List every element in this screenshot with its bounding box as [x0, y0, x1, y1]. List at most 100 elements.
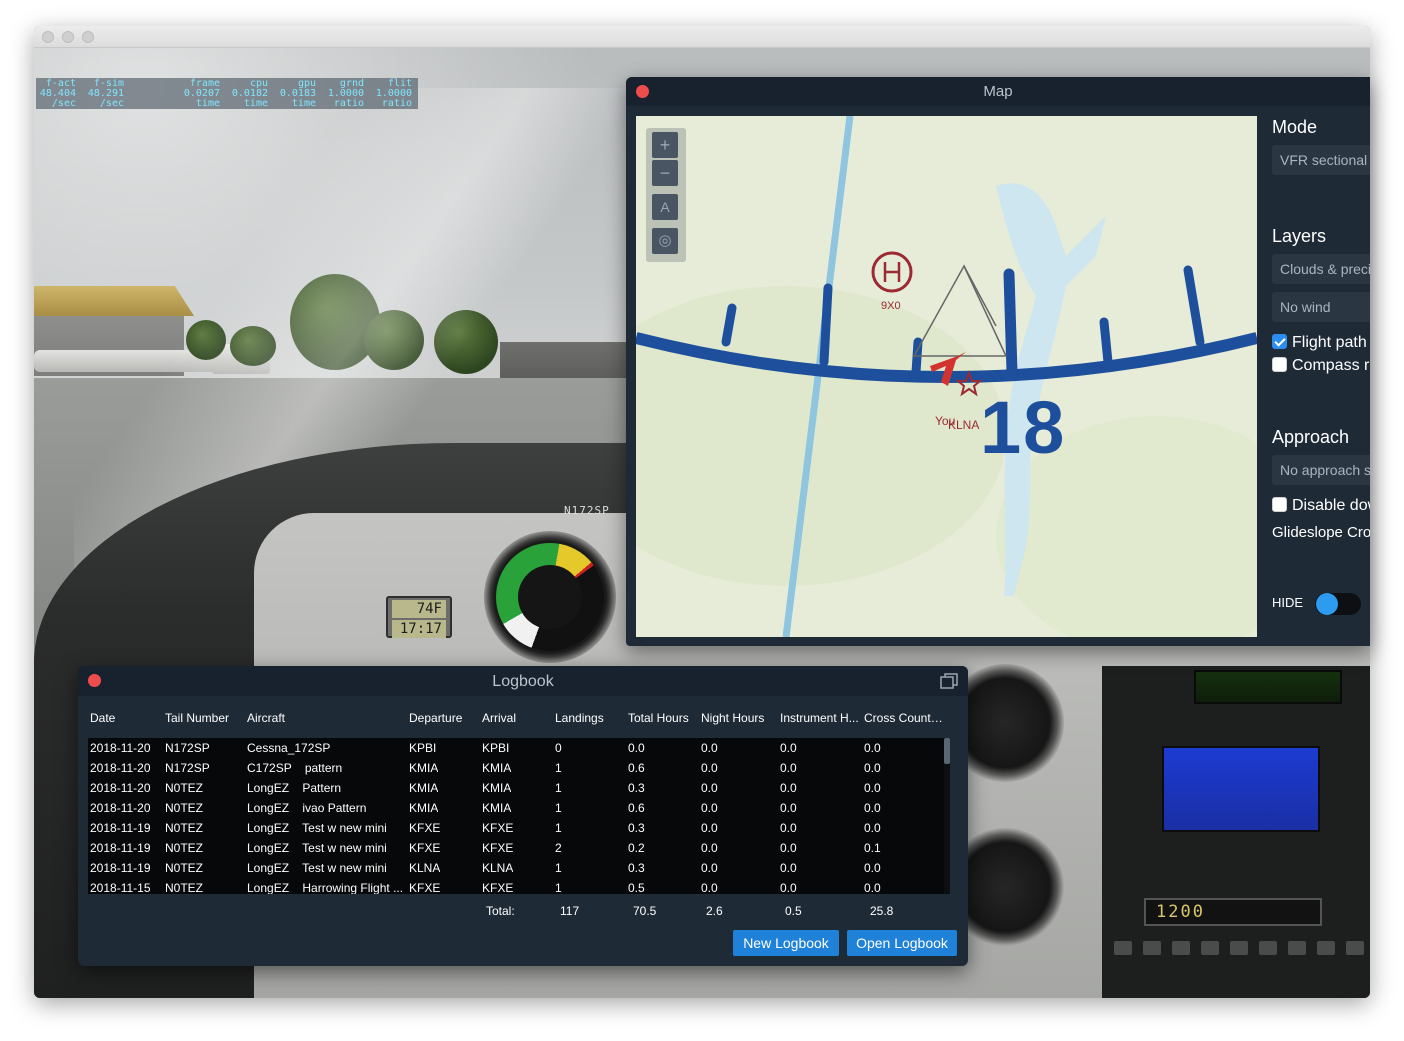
- column-header[interactable]: Instrument H...: [780, 711, 860, 725]
- key[interactable]: [1230, 941, 1248, 955]
- table-cell: 0.0: [701, 741, 718, 755]
- flight-path-checkbox[interactable]: Flight path: [1272, 333, 1367, 353]
- logbook-close-button[interactable]: [88, 674, 101, 687]
- column-header[interactable]: Arrival: [482, 711, 516, 725]
- table-cell: LongEZ Test w new mini: [247, 841, 387, 855]
- table-cell: 0.0: [701, 881, 718, 894]
- checkbox-icon: [1272, 497, 1287, 512]
- table-row[interactable]: 2018-11-20 N0TEZ LongEZ ivao Pattern KMIA KM…: [88, 798, 950, 818]
- logbook-scrollbar[interactable]: [944, 738, 950, 894]
- table-cell: 0.0: [780, 841, 797, 855]
- close-window-button[interactable]: [42, 31, 54, 43]
- key[interactable]: [1259, 941, 1277, 955]
- gps-430-screen: [1162, 746, 1320, 832]
- stats-column: f-sim 48.291/sec: [87, 78, 124, 109]
- key[interactable]: [1288, 941, 1306, 955]
- map-canvas[interactable]: 9X0 You KLNA 18 + − A ◎: [636, 116, 1257, 637]
- table-cell: 0.0: [864, 821, 881, 835]
- map-title[interactable]: Map: [626, 77, 1370, 106]
- column-header[interactable]: Tail Number: [165, 711, 229, 725]
- table-cell: LongEZ ivao Pattern: [247, 801, 367, 815]
- mode-heading: Mode: [1272, 117, 1318, 137]
- column-header[interactable]: Total Hours: [628, 711, 689, 725]
- table-cell: 0.5: [628, 881, 645, 894]
- weather-layer-select[interactable]: Clouds & precip: [1272, 254, 1370, 284]
- approach-heading: Approach: [1272, 427, 1350, 447]
- new-logbook-button[interactable]: New Logbook: [733, 930, 839, 956]
- table-cell: 0.0: [864, 741, 881, 755]
- key[interactable]: [1201, 941, 1219, 955]
- oat-clock[interactable]: 74F 17:17: [386, 596, 452, 638]
- open-logbook-button[interactable]: Open Logbook: [847, 930, 957, 956]
- table-cell: 0.0: [701, 821, 718, 835]
- table-cell: 2018-11-19: [90, 841, 151, 855]
- logbook-table[interactable]: 2018-11-20 N172SP Cessna_172SP KPBI KPBI 0 0.0…: [88, 738, 950, 894]
- key[interactable]: [1172, 941, 1190, 955]
- center-on-aircraft-icon[interactable]: ◎: [652, 228, 678, 254]
- column-header[interactable]: Departure: [409, 711, 462, 725]
- table-row[interactable]: 2018-11-19 N0TEZ LongEZ Test w new mini KLN…: [88, 858, 950, 878]
- logbook-window[interactable]: Logbook Date Tail Number Aircraft Depart…: [78, 666, 968, 966]
- table-cell: LongEZ Test w new mini: [247, 861, 387, 875]
- disable-downloads-checkbox[interactable]: Disable downloads: [1272, 496, 1370, 516]
- table-cell: KLNA: [482, 861, 514, 875]
- table-cell: KFXE: [409, 841, 441, 855]
- table-row[interactable]: 2018-11-15 N0TEZ LongEZ Harrowing Flight .…: [88, 878, 950, 894]
- glideslope-toggle[interactable]: [1314, 592, 1361, 615]
- toggle-knob: [1315, 592, 1338, 615]
- sectional-chart: [636, 116, 1257, 637]
- column-header[interactable]: Cross Countr...: [864, 711, 944, 725]
- transponder-display[interactable]: 1200: [1144, 898, 1322, 926]
- key[interactable]: [1317, 941, 1335, 955]
- mode-select[interactable]: VFR sectional: [1272, 145, 1370, 175]
- zoom-window-button[interactable]: [82, 31, 94, 43]
- table-cell: KMIA: [482, 781, 512, 795]
- key[interactable]: [1143, 941, 1161, 955]
- table-row[interactable]: 2018-11-19 N0TEZ LongEZ Test w new mini KFX…: [88, 838, 950, 858]
- table-row[interactable]: 2018-11-20 N172SP C172SP pattern KMIA KMIA 1 0…: [88, 758, 950, 778]
- stats-column: f-act 48.404/sec: [39, 78, 76, 109]
- column-header[interactable]: Night Hours: [701, 711, 764, 725]
- map-toolbar: + − A ◎: [646, 128, 686, 262]
- zoom-out-icon[interactable]: −: [652, 160, 678, 186]
- key[interactable]: [1114, 941, 1132, 955]
- runway-number: 18: [980, 386, 1067, 469]
- table-cell: 0.6: [628, 761, 645, 775]
- table-cell: KPBI: [482, 741, 510, 755]
- window-titlebar: [34, 26, 1370, 48]
- map-close-button[interactable]: [636, 85, 649, 98]
- table-cell: 1: [555, 781, 562, 795]
- map-window[interactable]: Map 9X0 You KLNA 18 + − A ◎ Mode VFR sec…: [626, 77, 1370, 646]
- table-cell: 0.0: [780, 761, 797, 775]
- compass-checkbox[interactable]: Compass rose: [1272, 356, 1370, 376]
- table-cell: 2018-11-20: [90, 741, 151, 755]
- table-cell: KPBI: [409, 741, 437, 755]
- approach-select[interactable]: No approach selected: [1272, 455, 1370, 485]
- table-cell: N0TEZ: [165, 781, 204, 795]
- table-cell: KFXE: [409, 881, 441, 894]
- total-night-hours: 2.6: [706, 904, 723, 918]
- compass-label: Compass rose: [1292, 357, 1370, 374]
- column-header[interactable]: Landings: [555, 711, 604, 725]
- table-row[interactable]: 2018-11-19 N0TEZ LongEZ Test w new mini KFX…: [88, 818, 950, 838]
- pop-out-window-icon[interactable]: [940, 673, 958, 689]
- table-cell: 1: [555, 861, 562, 875]
- table-row[interactable]: 2018-11-20 N0TEZ LongEZ Pattern KMIA KMIA 1 0.…: [88, 778, 950, 798]
- table-cell: Cessna_172SP: [247, 741, 331, 755]
- key[interactable]: [1346, 941, 1364, 955]
- column-header[interactable]: Aircraft: [247, 711, 285, 725]
- column-header[interactable]: Date: [90, 711, 115, 725]
- table-cell: LongEZ Harrowing Flight ...: [247, 881, 404, 894]
- stats-column: cpu 0.0182 time: [231, 78, 268, 109]
- table-row[interactable]: 2018-11-20 N172SP Cessna_172SP KPBI KPBI 0 0.0…: [88, 738, 950, 758]
- zoom-in-icon[interactable]: +: [652, 132, 678, 158]
- hide-label: HIDE: [1272, 595, 1304, 610]
- table-cell: 0.0: [864, 761, 881, 775]
- wind-layer-select[interactable]: No wind: [1272, 292, 1370, 322]
- table-cell: 2018-11-20: [90, 761, 151, 775]
- north-up-icon[interactable]: A: [652, 194, 678, 220]
- scrollbar-thumb[interactable]: [944, 738, 950, 764]
- minimize-window-button[interactable]: [62, 31, 74, 43]
- logbook-title[interactable]: Logbook: [78, 666, 968, 696]
- table-cell: 0.0: [780, 801, 797, 815]
